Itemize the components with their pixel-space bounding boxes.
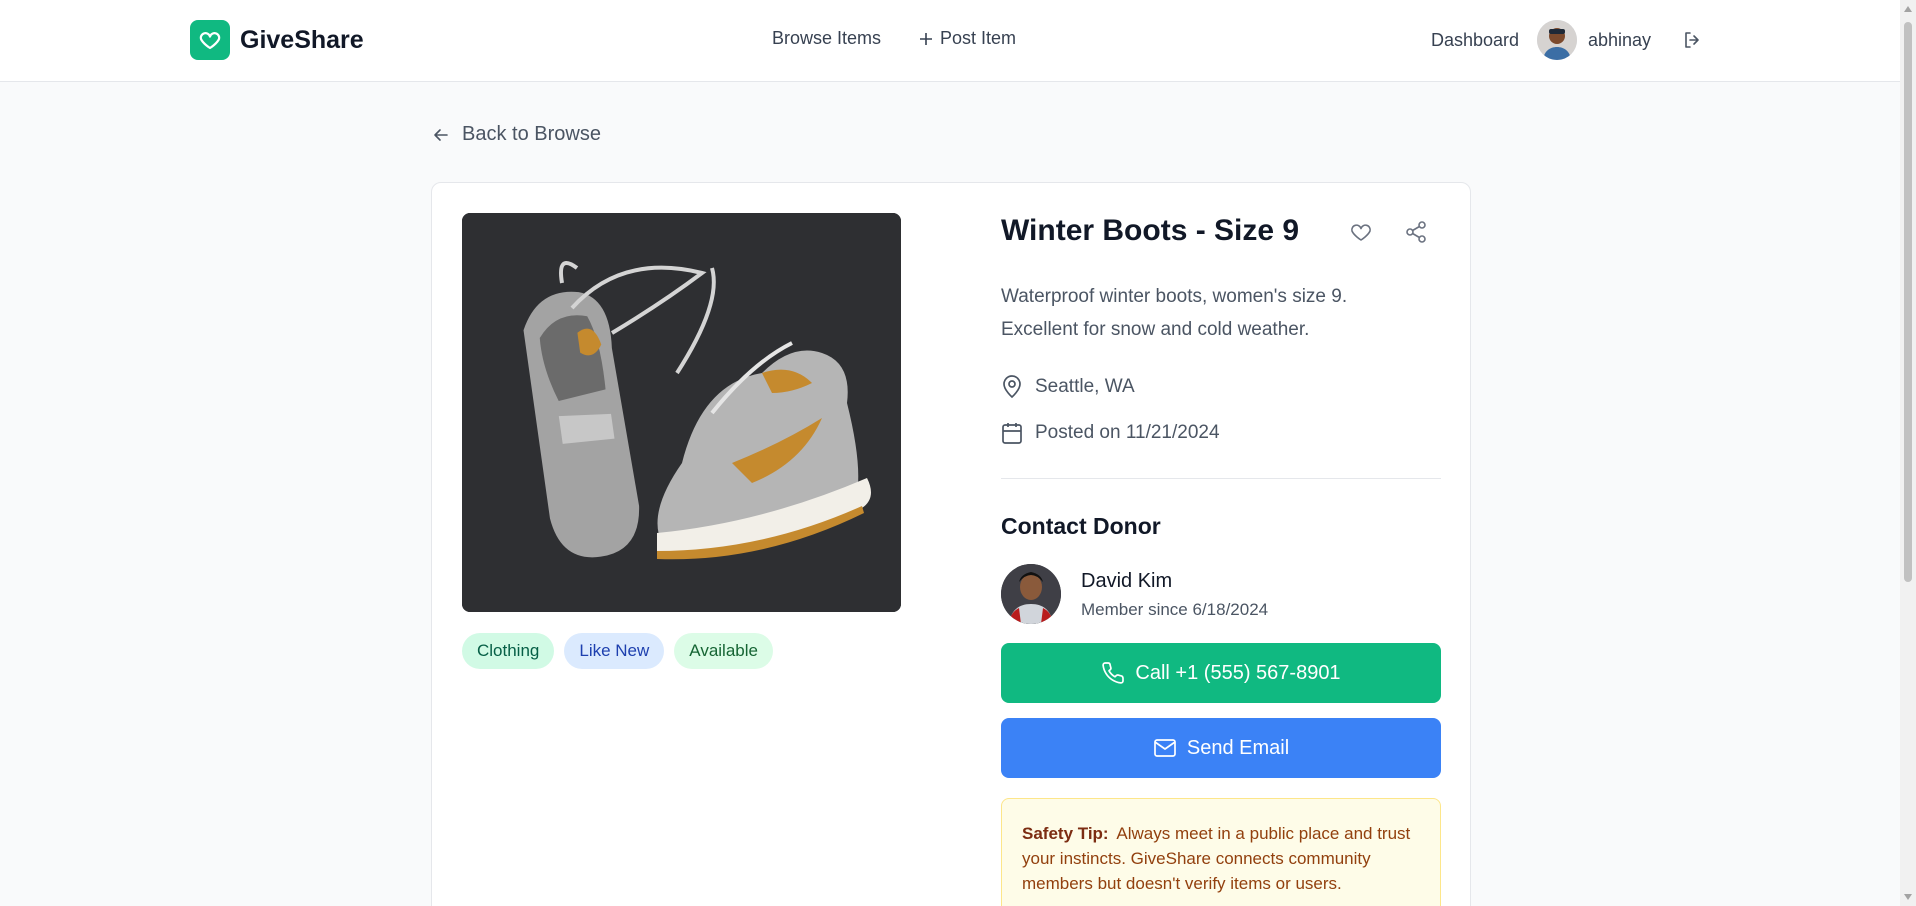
status-badge: Available xyxy=(674,633,773,669)
nav-post-item[interactable]: Post Item xyxy=(919,28,1016,49)
posted-date-text: Posted on 11/21/2024 xyxy=(1035,422,1220,443)
back-to-browse-link[interactable]: Back to Browse xyxy=(432,123,601,146)
user-name[interactable]: abhinay xyxy=(1588,30,1651,51)
condition-badge: Like New xyxy=(564,633,665,669)
section-divider xyxy=(1001,478,1441,479)
scroll-down-arrow-icon[interactable] xyxy=(1904,894,1912,900)
scrollbar-thumb[interactable] xyxy=(1904,22,1912,582)
email-button-label: Send Email xyxy=(1186,736,1290,759)
brand-name: GiveShare xyxy=(240,25,364,54)
logout-icon[interactable] xyxy=(1682,30,1702,55)
favorite-button[interactable] xyxy=(1348,220,1374,249)
arrow-left-icon xyxy=(434,128,448,141)
top-navbar: GiveShare Browse Items Post Item Dashboa… xyxy=(0,0,1900,82)
phone-icon xyxy=(1102,662,1125,684)
mail-icon xyxy=(1154,739,1176,757)
scroll-up-arrow-icon[interactable] xyxy=(1904,6,1912,12)
call-donor-button[interactable]: Call +1 (555) 567-8901 xyxy=(1001,643,1441,703)
item-title: Winter Boots - Size 9 xyxy=(1001,214,1300,247)
share-icon xyxy=(1406,221,1426,243)
send-email-button[interactable]: Send Email xyxy=(1001,718,1441,778)
donor-name: David Kim xyxy=(1081,570,1173,592)
donor-member-since: Member since 6/18/2024 xyxy=(1081,600,1269,619)
item-location: Seattle, WA xyxy=(1001,375,1135,399)
calendar-icon xyxy=(1002,423,1022,444)
user-avatar[interactable] xyxy=(1537,20,1577,60)
nav-post-label: Post Item xyxy=(940,28,1017,48)
nav-browse-items[interactable]: Browse Items xyxy=(772,28,881,49)
back-link-label: Back to Browse xyxy=(462,123,601,145)
brand-logo[interactable]: GiveShare xyxy=(190,20,364,60)
page-scrollbar[interactable] xyxy=(1900,0,1916,906)
heart-icon xyxy=(1351,224,1371,241)
nav-dashboard[interactable]: Dashboard xyxy=(1431,30,1519,51)
plus-icon xyxy=(920,32,932,45)
item-photo xyxy=(462,213,901,612)
location-text: Seattle, WA xyxy=(1035,376,1135,397)
safety-tip-box: Safety Tip: Always meet in a public plac… xyxy=(1001,798,1441,906)
share-button[interactable] xyxy=(1404,220,1428,249)
item-description: Waterproof winter boots, women's size 9.… xyxy=(1001,286,1348,340)
item-posted-date: Posted on 11/21/2024 xyxy=(1001,421,1220,445)
contact-donor-heading: Contact Donor xyxy=(1001,513,1161,539)
category-badge: Clothing xyxy=(462,633,555,669)
map-pin-icon xyxy=(1003,375,1021,399)
safety-tip-label: Safety Tip: xyxy=(1022,824,1109,843)
donor-avatar xyxy=(1001,564,1061,624)
item-tags: Clothing Like New Available xyxy=(462,633,773,669)
call-button-label: Call +1 (555) 567-8901 xyxy=(1135,661,1341,684)
heart-logo-icon xyxy=(190,20,230,60)
nav-browse-label: Browse Items xyxy=(772,28,882,48)
